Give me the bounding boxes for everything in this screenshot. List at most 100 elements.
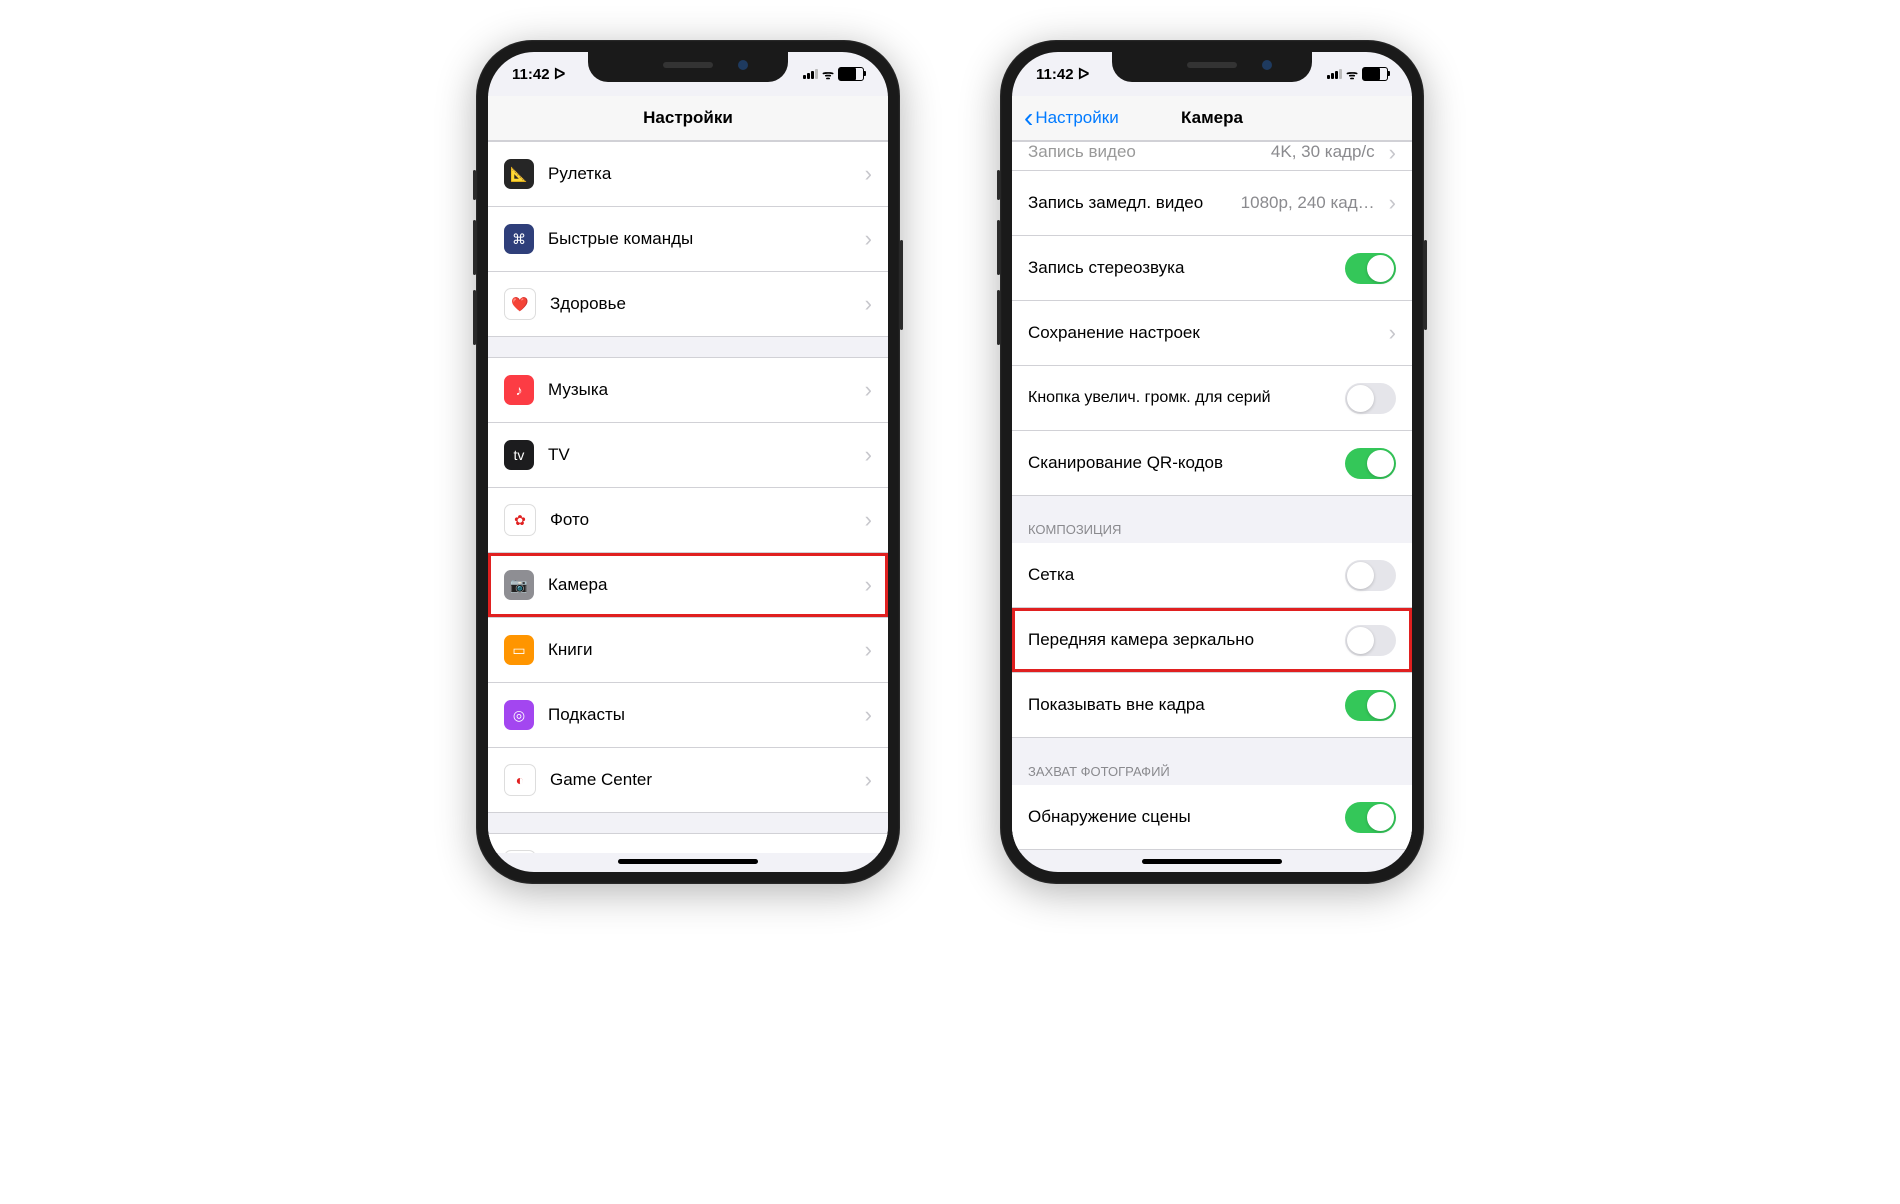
phone-right: 11:42 ᐅ ᯤ Настройки Камера Запись видео 4… bbox=[1000, 40, 1424, 884]
row-value: 4K, 30 кадр/с bbox=[1271, 142, 1375, 162]
app-icon: ❤️ bbox=[504, 288, 536, 320]
settings-row[interactable]: Сетка bbox=[1012, 543, 1412, 608]
back-button[interactable]: Настройки bbox=[1024, 108, 1119, 128]
toggle-switch[interactable] bbox=[1345, 690, 1396, 721]
row-label: TV bbox=[548, 445, 851, 465]
chevron-right-icon: › bbox=[865, 769, 872, 791]
phone-left: 11:42 ᐅ ᯤ Настройки 📐 Рулетка › ⌘ Быстрые ко… bbox=[476, 40, 900, 884]
home-indicator[interactable] bbox=[618, 859, 758, 864]
chevron-right-icon: › bbox=[865, 509, 872, 531]
row-label: Запись стереозвука bbox=[1028, 258, 1331, 278]
row-label: Музыка bbox=[548, 380, 851, 400]
page-title: Настройки bbox=[643, 108, 733, 128]
toggle-switch[interactable] bbox=[1345, 802, 1396, 833]
settings-row[interactable]: Запись замедл. видео 1080p, 240 кад… › bbox=[1012, 171, 1412, 236]
row-label: Сетка bbox=[1028, 565, 1331, 585]
status-time: 11:42 ᐅ bbox=[512, 65, 565, 83]
group-header: КОМПОЗИЦИЯ bbox=[1012, 516, 1412, 543]
settings-row[interactable]: AАльфа-Банк› bbox=[488, 833, 888, 853]
wifi-icon: ᯤ bbox=[1346, 65, 1358, 83]
app-icon: ◐ bbox=[504, 764, 536, 796]
row-label: Книги bbox=[548, 640, 851, 660]
row-label: Подкасты bbox=[548, 705, 851, 725]
settings-row[interactable]: ▭ Книги › bbox=[488, 618, 888, 683]
settings-row[interactable]: ⌘ Быстрые команды › bbox=[488, 207, 888, 272]
settings-row[interactable]: Передняя камера зеркально bbox=[1012, 608, 1412, 673]
battery-icon bbox=[1362, 67, 1388, 81]
status-indicators: ᯤ bbox=[803, 65, 864, 83]
signal-icon bbox=[1327, 69, 1342, 79]
row-label: Кнопка увелич. громк. для серий bbox=[1028, 388, 1331, 408]
app-icon: ♪ bbox=[504, 375, 534, 405]
row-label: Быстрые команды bbox=[548, 229, 851, 249]
settings-row[interactable]: Сканирование QR-кодов bbox=[1012, 431, 1412, 496]
row-label: Сканирование QR-кодов bbox=[1028, 453, 1331, 473]
page-title: Камера bbox=[1181, 108, 1243, 128]
nav-bar: Настройки Камера bbox=[1012, 96, 1412, 141]
settings-row[interactable]: ✿ Фото › bbox=[488, 488, 888, 553]
chevron-right-icon: › bbox=[865, 639, 872, 661]
settings-row[interactable]: Сохранение настроек › bbox=[1012, 301, 1412, 366]
chevron-right-icon: › bbox=[865, 379, 872, 401]
group-header: ЗАХВАТ ФОТОГРАФИЙ bbox=[1012, 758, 1412, 785]
row-label: Здоровье bbox=[550, 294, 851, 314]
chevron-right-icon: › bbox=[865, 293, 872, 315]
toggle-switch[interactable] bbox=[1345, 253, 1396, 284]
toggle-switch[interactable] bbox=[1345, 625, 1396, 656]
row-label: Сохранение настроек bbox=[1028, 323, 1375, 343]
content[interactable]: 📐 Рулетка › ⌘ Быстрые команды › ❤️ Здоровье › ♪ Му… bbox=[488, 141, 888, 853]
toggle-switch[interactable] bbox=[1345, 560, 1396, 591]
row-value: 1080p, 240 кад… bbox=[1241, 193, 1375, 213]
app-icon: ◎ bbox=[504, 700, 534, 730]
toggle-switch[interactable] bbox=[1345, 448, 1396, 479]
row-label: Фото bbox=[550, 510, 851, 530]
row-label: Обнаружение сцены bbox=[1028, 807, 1331, 827]
battery-icon bbox=[838, 67, 864, 81]
wifi-icon: ᯤ bbox=[822, 65, 834, 83]
settings-row[interactable]: tv TV › bbox=[488, 423, 888, 488]
home-indicator[interactable] bbox=[1142, 859, 1282, 864]
row-label: Передняя камера зеркально bbox=[1028, 630, 1331, 650]
chevron-right-icon: › bbox=[865, 228, 872, 250]
row-label: Запись видео bbox=[1028, 142, 1257, 162]
app-icon: tv bbox=[504, 440, 534, 470]
chevron-right-icon: › bbox=[1389, 142, 1396, 164]
status-indicators: ᯤ bbox=[1327, 65, 1388, 83]
signal-icon bbox=[803, 69, 818, 79]
row-label: Рулетка bbox=[548, 164, 851, 184]
chevron-right-icon: › bbox=[865, 704, 872, 726]
app-icon: A bbox=[504, 850, 536, 853]
nav-bar: Настройки bbox=[488, 96, 888, 141]
settings-row[interactable]: 📷 Камера › bbox=[488, 553, 888, 618]
group-footer: Автоматическое улучшение снимков с помощ… bbox=[1012, 850, 1412, 853]
settings-row[interactable]: ♪ Музыка › bbox=[488, 357, 888, 423]
row-label: Камера bbox=[548, 575, 851, 595]
chevron-right-icon: › bbox=[865, 163, 872, 185]
settings-row[interactable]: Запись стереозвука bbox=[1012, 236, 1412, 301]
chevron-right-icon: › bbox=[1389, 192, 1396, 214]
notch bbox=[588, 52, 788, 82]
app-icon: ✿ bbox=[504, 504, 536, 536]
settings-row[interactable]: ◐ Game Center › bbox=[488, 748, 888, 813]
app-icon: 📐 bbox=[504, 159, 534, 189]
settings-row[interactable]: Обнаружение сцены bbox=[1012, 785, 1412, 850]
settings-row[interactable]: Кнопка увелич. громк. для серий bbox=[1012, 366, 1412, 431]
row-label: Запись замедл. видео bbox=[1028, 193, 1227, 213]
status-time: 11:42 ᐅ bbox=[1036, 65, 1089, 83]
settings-row[interactable]: ◎ Подкасты › bbox=[488, 683, 888, 748]
notch bbox=[1112, 52, 1312, 82]
settings-row[interactable]: 📐 Рулетка › bbox=[488, 141, 888, 207]
app-icon: ▭ bbox=[504, 635, 534, 665]
chevron-right-icon: › bbox=[1389, 322, 1396, 344]
settings-row[interactable]: Запись видео 4K, 30 кадр/с › bbox=[1012, 141, 1412, 171]
row-label: Показывать вне кадра bbox=[1028, 695, 1331, 715]
app-icon: 📷 bbox=[504, 570, 534, 600]
chevron-right-icon: › bbox=[865, 444, 872, 466]
settings-row[interactable]: ❤️ Здоровье › bbox=[488, 272, 888, 337]
content[interactable]: Запись видео4K, 30 кадр/с›Запись замедл.… bbox=[1012, 141, 1412, 853]
row-label: Game Center bbox=[550, 770, 851, 790]
app-icon: ⌘ bbox=[504, 224, 534, 254]
toggle-switch[interactable] bbox=[1345, 383, 1396, 414]
settings-row[interactable]: Показывать вне кадра bbox=[1012, 673, 1412, 738]
chevron-right-icon: › bbox=[865, 574, 872, 596]
